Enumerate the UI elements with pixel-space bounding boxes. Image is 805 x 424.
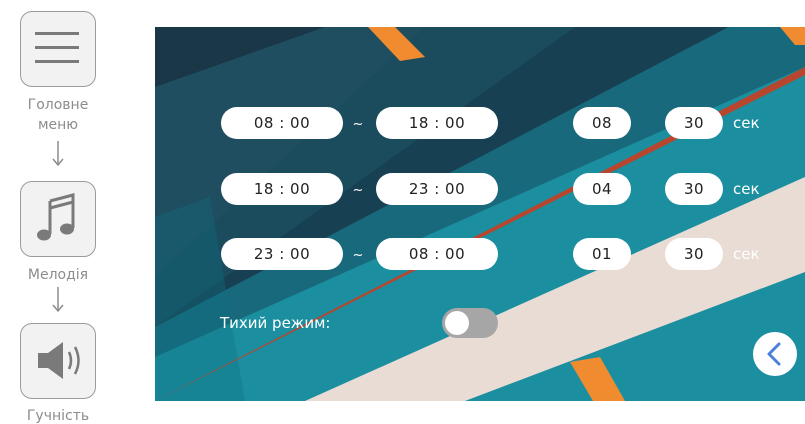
row-3-unit: сек [733, 245, 760, 263]
nav-main-menu-label: Головне меню [27, 97, 89, 133]
silent-mode-label: Тихий режим: [220, 314, 331, 332]
background-wallpaper [155, 27, 805, 401]
silent-mode-toggle[interactable] [442, 308, 498, 338]
nav-volume-label: Гучність [26, 408, 90, 424]
row-2-count[interactable]: 04 [573, 173, 631, 205]
row-1-count[interactable]: 08 [573, 107, 631, 139]
nav-melody-button[interactable] [20, 181, 96, 257]
nav-melody-label: Мелодія [27, 267, 89, 283]
row-3-start-time[interactable]: 23 : 00 [221, 238, 343, 270]
row-3-separator: ~ [352, 248, 364, 263]
row-1-start-time[interactable]: 08 : 00 [221, 107, 343, 139]
page: Головне меню Мелодія Гучність 08: 00 ~ … [0, 0, 805, 424]
row-1-separator: ~ [352, 117, 364, 132]
row-1-unit: сек [733, 114, 760, 132]
down-arrow-icon [52, 287, 64, 313]
row-3-count[interactable]: 01 [573, 238, 631, 270]
schedule-screen: 08 : 00 ~ 18 : 00 08 30 сек 18 : 00 ~ 23… [155, 27, 805, 401]
chevron-left-icon [767, 342, 781, 366]
speaker-volume-icon [38, 342, 80, 379]
row-1-duration[interactable]: 30 [665, 107, 723, 139]
row-2-separator: ~ [352, 183, 364, 198]
row-3-end-time[interactable]: 08 : 00 [376, 238, 498, 270]
row-2-start-time[interactable]: 18 : 00 [221, 173, 343, 205]
row-1-end-time[interactable]: 18 : 00 [376, 107, 498, 139]
row-2-unit: сек [733, 180, 760, 198]
back-button[interactable] [753, 332, 797, 376]
nav-volume-button[interactable] [20, 323, 96, 399]
row-2-duration[interactable]: 30 [665, 173, 723, 205]
row-2-end-time[interactable]: 23 : 00 [376, 173, 498, 205]
nav-main-menu-button[interactable] [20, 11, 96, 87]
music-note-icon [37, 193, 75, 241]
hamburger-menu-icon [35, 32, 79, 63]
toggle-knob [445, 311, 469, 335]
down-arrow-icon [52, 141, 64, 167]
row-3-duration[interactable]: 30 [665, 238, 723, 270]
